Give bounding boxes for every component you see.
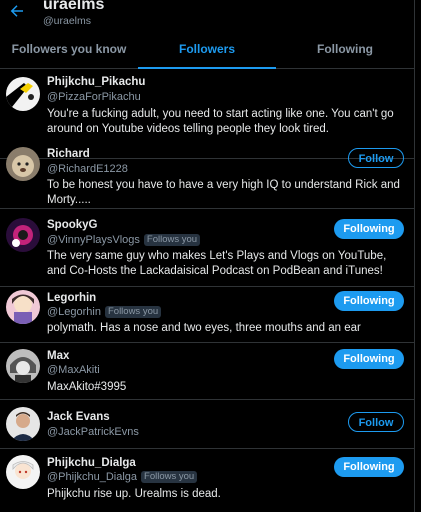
tab-followers-you-know[interactable]: Followers you know [0, 32, 138, 68]
profile-header: uraelms @uraelms [0, 0, 414, 28]
following-button[interactable]: Following [334, 291, 404, 311]
avatar[interactable] [6, 290, 40, 324]
follows-you-badge: Follows you [143, 234, 201, 246]
follow-button[interactable]: Follow [348, 148, 404, 168]
user-bio: polymath. Has a nose and two eyes, three… [47, 322, 361, 334]
user-handle[interactable]: @Phijkchu_Dialga Follows you [47, 471, 198, 483]
follow-tabs: Followers you know Followers Following [0, 32, 414, 69]
user-bio: Phijkchu rise up. Urealms is dead. [47, 488, 221, 500]
profile-name: uraelms [43, 0, 105, 13]
user-cell[interactable]: SpookyG @VinnyPlaysVlogs Follows you Foll… [0, 209, 414, 287]
user-name[interactable]: Legorhin [47, 292, 96, 304]
user-cell[interactable]: Phijkchu_Dialga @Phijkchu_Dialga Follows … [0, 449, 414, 512]
user-cell[interactable]: Jack Evans @JackPatrickEvns Follow [0, 400, 414, 449]
follows-you-badge: Follows you [141, 471, 198, 483]
follows-you-badge: Follows you [104, 306, 162, 318]
avatar[interactable] [6, 147, 40, 181]
profile-handle: @uraelms [43, 15, 92, 27]
following-button[interactable]: Following [334, 219, 404, 239]
user-handle[interactable]: @MaxAkiti [47, 364, 100, 376]
following-button[interactable]: Following [334, 349, 404, 369]
user-handle-text[interactable]: @VinnyPlaysVlogs [47, 234, 140, 246]
user-cell[interactable]: Legorhin @Legorhin Follows you Following … [0, 287, 414, 343]
follow-button[interactable]: Follow [348, 412, 404, 432]
user-handle[interactable]: @RichardE1228 [47, 163, 128, 175]
user-name[interactable]: Jack Evans [47, 411, 110, 423]
tab-followers[interactable]: Followers [138, 32, 276, 69]
user-handle[interactable]: @PizzaForPikachu [47, 91, 141, 103]
user-handle[interactable]: @VinnyPlaysVlogs Follows you [47, 234, 201, 246]
user-bio: MaxAkito#3995 [47, 381, 127, 393]
user-cell[interactable]: Richard @RichardE1228 Follow To be hones… [0, 138, 414, 209]
avatar[interactable] [6, 407, 40, 441]
user-bio: The very same guy who makes Let's Plays … [47, 250, 387, 277]
user-name[interactable]: SpookyG [47, 219, 97, 231]
avatar[interactable] [6, 218, 40, 252]
user-handle[interactable]: @JackPatrickEvns [47, 426, 139, 438]
user-name[interactable]: Max [47, 350, 69, 362]
following-button[interactable]: Following [334, 457, 404, 477]
window-edge [415, 0, 421, 512]
user-name[interactable]: Phijkchu_Dialga [47, 457, 136, 469]
user-handle[interactable]: @Legorhin Follows you [47, 306, 162, 318]
user-name[interactable]: Phijkchu_Pikachu [47, 76, 145, 88]
user-handle-text[interactable]: @Phijkchu_Dialga [47, 471, 137, 483]
avatar[interactable] [6, 349, 40, 383]
user-name[interactable]: Richard [47, 148, 90, 160]
user-bio: You're a fucking adult, you need to star… [47, 108, 394, 135]
avatar[interactable] [6, 455, 40, 489]
tab-following[interactable]: Following [276, 32, 414, 68]
back-button[interactable] [8, 2, 26, 20]
avatar[interactable] [6, 77, 40, 111]
user-cell[interactable]: Max @MaxAkiti Following MaxAkito#3995 [0, 343, 414, 400]
arrow-left-icon [10, 5, 23, 17]
user-handle-text[interactable]: @Legorhin [47, 306, 101, 318]
user-bio: To be honest you have to have a very hig… [47, 179, 400, 206]
